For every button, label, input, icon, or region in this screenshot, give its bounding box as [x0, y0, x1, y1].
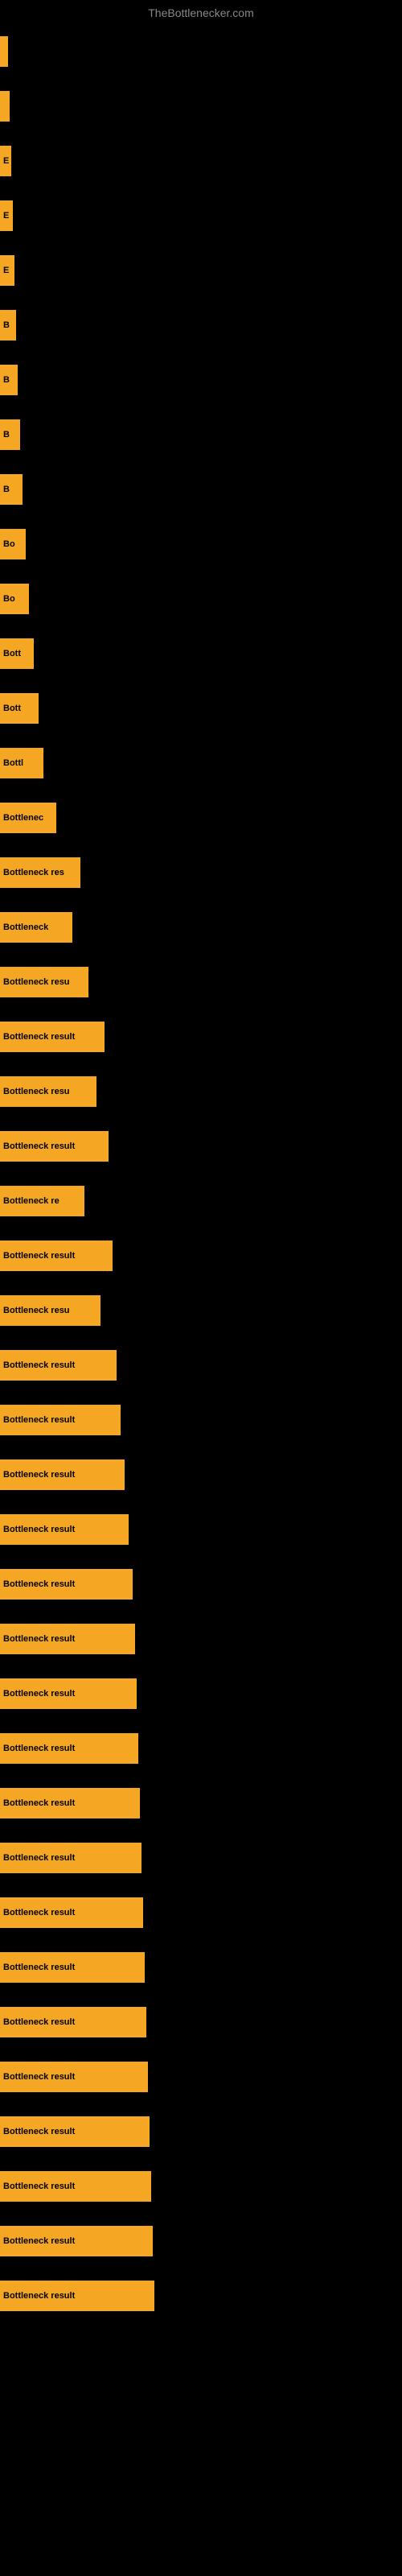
bar-item: Bottleneck result: [0, 1788, 140, 1818]
bar-item: Bottleneck: [0, 912, 72, 943]
bar-item: Bottleneck result: [0, 1022, 105, 1052]
bar-item: Bottleneck result: [0, 2281, 154, 2311]
bar-row: B: [0, 353, 402, 407]
bar-row: Bott: [0, 681, 402, 736]
bar-row: E: [0, 188, 402, 243]
bar-item: Bottleneck result: [0, 1569, 133, 1600]
bar-item: [0, 36, 8, 67]
bar-item: Bottleneck result: [0, 1843, 142, 1873]
bar-row: Bottlenec: [0, 791, 402, 845]
bar-row: E: [0, 134, 402, 188]
bar-item: Bottleneck result: [0, 1350, 117, 1381]
bar-item: [0, 91, 10, 122]
bar-row: Bottleneck result: [0, 1995, 402, 2050]
bar-item: Bottleneck result: [0, 2007, 146, 2037]
bar-item: B: [0, 419, 20, 450]
bar-row: Bottleneck result: [0, 1940, 402, 1995]
bar-item: Bottlenec: [0, 803, 56, 833]
site-title: TheBottlenecker.com: [0, 0, 402, 26]
bar-row: Bottleneck resu: [0, 1283, 402, 1338]
bar-item: Bottleneck result: [0, 1678, 137, 1709]
bar-row: Bottleneck: [0, 900, 402, 955]
bar-row: Bottleneck result: [0, 1009, 402, 1064]
bar-row: Bottleneck result: [0, 1721, 402, 1776]
bar-row: Bottleneck result: [0, 1776, 402, 1831]
bar-row: Bottleneck result: [0, 1612, 402, 1666]
bar-row: Bottleneck result: [0, 2214, 402, 2268]
bar-row: Bottleneck result: [0, 2159, 402, 2214]
bar-row: E: [0, 243, 402, 298]
bar-row: Bottleneck res: [0, 845, 402, 900]
bar-item: Bottleneck re: [0, 1186, 84, 1216]
bar-row: Bottleneck result: [0, 1885, 402, 1940]
bar-item: Bottleneck result: [0, 2116, 150, 2147]
bar-row: B: [0, 462, 402, 517]
bar-item: B: [0, 310, 16, 341]
bar-row: Bottleneck result: [0, 1119, 402, 1174]
bar-item: E: [0, 200, 13, 231]
bar-row: [0, 79, 402, 134]
bar-item: Bottleneck result: [0, 2171, 151, 2202]
bar-item: Bottleneck res: [0, 857, 80, 888]
bar-item: Bottleneck result: [0, 1952, 145, 1983]
bar-row: Bottleneck result: [0, 1831, 402, 1885]
bar-row: Bottleneck result: [0, 2104, 402, 2159]
bar-item: B: [0, 365, 18, 395]
bar-item: Bo: [0, 529, 26, 559]
bar-item: E: [0, 255, 14, 286]
bar-row: Bottleneck result: [0, 1228, 402, 1283]
bar-row: Bottleneck result: [0, 1666, 402, 1721]
bar-item: Bott: [0, 638, 34, 669]
bar-item: Bottleneck resu: [0, 1076, 96, 1107]
bar-item: Bottleneck result: [0, 1624, 135, 1654]
bar-item: Bott: [0, 693, 39, 724]
bar-row: [0, 24, 402, 79]
bar-row: Bottleneck result: [0, 2268, 402, 2323]
bar-item: Bottleneck result: [0, 2062, 148, 2092]
bar-item: B: [0, 474, 23, 505]
bar-row: Bottleneck re: [0, 1174, 402, 1228]
bar-item: Bottleneck resu: [0, 1295, 100, 1326]
bar-row: B: [0, 407, 402, 462]
bars-container: EEEBBBBBoBoBottBottBottlBottlenecBottlen…: [0, 24, 402, 2323]
bar-row: Bottleneck resu: [0, 955, 402, 1009]
bar-row: Bo: [0, 572, 402, 626]
bar-row: Bottleneck resu: [0, 1064, 402, 1119]
bar-item: Bottleneck result: [0, 1131, 109, 1162]
bar-row: Bottleneck result: [0, 1502, 402, 1557]
bar-item: Bottleneck result: [0, 2226, 153, 2256]
bar-item: E: [0, 146, 11, 176]
bar-row: Bottleneck result: [0, 2050, 402, 2104]
bar-item: Bottleneck result: [0, 1897, 143, 1928]
bar-item: Bottleneck result: [0, 1459, 125, 1490]
bar-row: B: [0, 298, 402, 353]
bar-item: Bottl: [0, 748, 43, 778]
bar-item: Bottleneck result: [0, 1514, 129, 1545]
bar-item: Bottleneck result: [0, 1405, 121, 1435]
bar-row: Bottleneck result: [0, 1393, 402, 1447]
bar-item: Bo: [0, 584, 29, 614]
bar-row: Bottleneck result: [0, 1447, 402, 1502]
bar-item: Bottleneck resu: [0, 967, 88, 997]
bar-row: Bottl: [0, 736, 402, 791]
bar-item: Bottleneck result: [0, 1241, 113, 1271]
bar-item: Bottleneck result: [0, 1733, 138, 1764]
bar-row: Bottleneck result: [0, 1338, 402, 1393]
bar-row: Bott: [0, 626, 402, 681]
bar-row: Bo: [0, 517, 402, 572]
bar-row: Bottleneck result: [0, 1557, 402, 1612]
